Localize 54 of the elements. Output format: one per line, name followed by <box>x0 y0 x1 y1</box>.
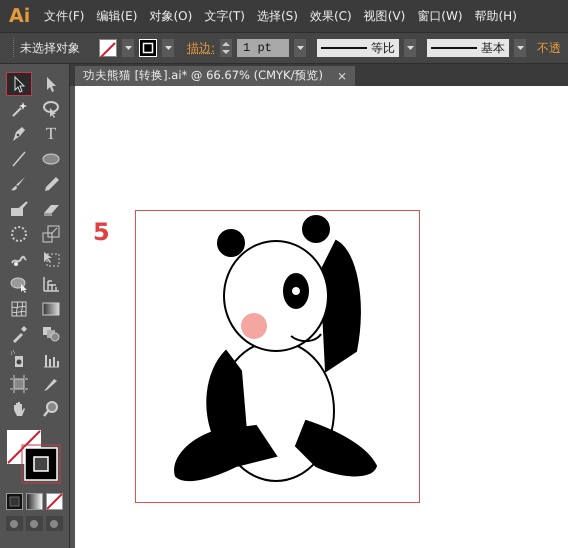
rotate-icon <box>9 224 29 244</box>
screen-mode-icon <box>6 516 23 531</box>
dropdown-button[interactable] <box>162 39 174 57</box>
close-button[interactable]: × <box>336 67 348 85</box>
document-tab[interactable]: 功夫熊猫 [转换].ai* @ 66.67% (CMYK/预览) × <box>75 66 356 86</box>
dropdown-button[interactable] <box>514 39 526 57</box>
menu-item[interactable]: 帮助(H) <box>468 7 523 25</box>
screen-mode-icon <box>26 516 43 531</box>
menu-item[interactable]: 文件(F) <box>38 7 90 25</box>
menu-item[interactable]: 窗口(W) <box>411 7 468 25</box>
fill-swatch[interactable] <box>99 39 117 57</box>
caret-icon <box>516 46 524 50</box>
spinner-icon <box>220 39 232 57</box>
dropdown-button[interactable] <box>122 39 134 57</box>
dropdown-button[interactable] <box>404 39 416 57</box>
menu-item[interactable]: 编辑(E) <box>90 7 144 25</box>
lasso-icon <box>41 99 61 119</box>
grip-icon <box>12 38 15 58</box>
menu-item[interactable]: 视图(V) <box>358 7 412 25</box>
draw-normal-icon <box>6 493 23 510</box>
caret-icon <box>296 46 304 50</box>
magnifier-icon <box>41 399 61 419</box>
tool-button[interactable]: T <box>38 122 64 146</box>
document-title: 功夫熊猫 [转换].ai* @ 66.67% (CMYK/预览) <box>83 67 323 84</box>
selection-status: 未选择对象 <box>20 40 80 57</box>
app-logo: Ai <box>8 4 32 29</box>
caret-icon <box>164 46 172 50</box>
menu-item[interactable]: 选择(S) <box>250 7 304 25</box>
caret-icon <box>124 46 132 50</box>
blend-icon <box>41 324 61 344</box>
stroke-label[interactable]: 描边: <box>187 39 216 57</box>
menu-item[interactable]: 效果(C) <box>304 7 358 25</box>
dropdown-button[interactable] <box>294 39 306 57</box>
line-sample-icon <box>321 47 368 49</box>
screen-mode-icon <box>46 516 63 531</box>
mesh-icon <box>9 299 29 319</box>
scale-icon <box>41 224 61 244</box>
menu-item[interactable]: 文字(T) <box>198 7 251 25</box>
none-swatch-icon <box>46 493 63 510</box>
caret-icon <box>406 46 414 50</box>
variable-width-dropdown[interactable]: 等比 <box>317 39 400 57</box>
brush-dropdown[interactable]: 基本 <box>427 39 510 57</box>
stroke-weight-field[interactable]: 1 pt <box>237 39 290 57</box>
none-slash-icon <box>100 42 116 58</box>
stroke-swatch-icon <box>139 39 157 57</box>
transform-icon <box>41 249 61 269</box>
gradient-swatch-icon <box>26 493 43 510</box>
tool-button[interactable] <box>6 72 32 96</box>
fill-stroke-swatches-icon <box>6 429 62 485</box>
opacity-label[interactable]: 不透 <box>537 39 562 57</box>
step-number: 5 <box>93 217 110 248</box>
artboard-icon <box>9 374 29 394</box>
menu-item[interactable]: 对象(O) <box>143 7 198 25</box>
line-sample-icon <box>431 47 478 49</box>
